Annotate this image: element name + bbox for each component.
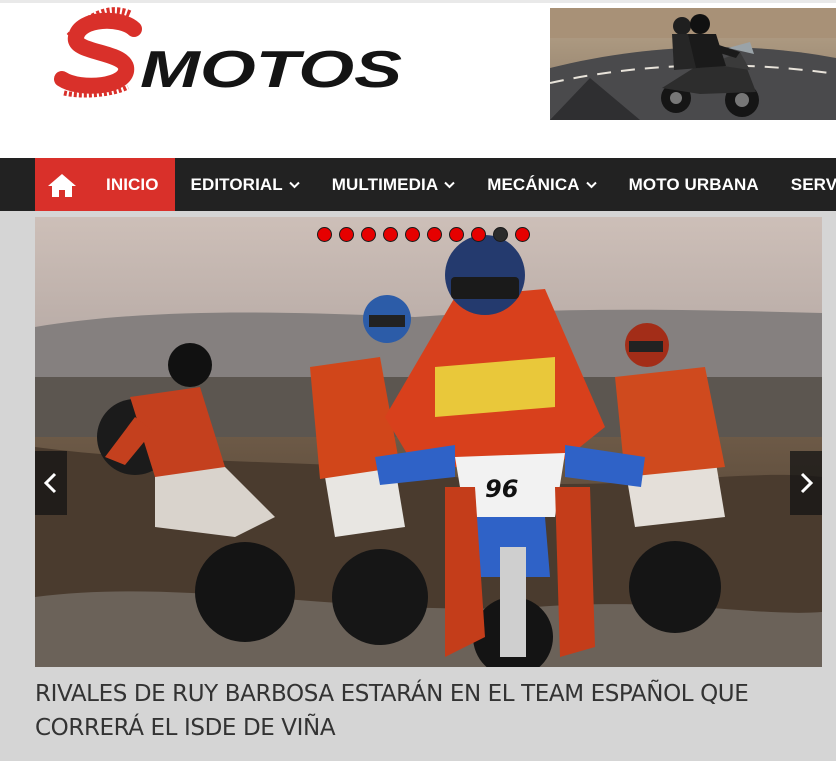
slider-next-button[interactable] — [790, 451, 822, 515]
nav-home-button[interactable] — [35, 158, 89, 211]
chevron-left-icon — [43, 472, 57, 494]
slider-dot[interactable] — [449, 227, 464, 242]
slider-dot[interactable] — [471, 227, 486, 242]
nav-item-label: MECÁNICA — [487, 174, 580, 194]
chevron-right-icon — [800, 472, 814, 494]
nav-item-label: SERVI — [790, 174, 836, 194]
ad-image — [550, 8, 836, 120]
chevron-down-icon — [585, 181, 597, 188]
nav-item-label: EDITORIAL — [190, 174, 283, 194]
nav-item-label: INICIO — [106, 174, 159, 194]
nav-item-editorial[interactable]: EDITORIAL — [175, 158, 316, 211]
logo-graphic: MOTOS — [54, 7, 402, 99]
featured-slider[interactable]: 96 — [35, 217, 822, 667]
slider-pagination — [35, 227, 822, 242]
logo-wordmark: MOTOS — [140, 41, 402, 99]
chevron-down-icon — [444, 181, 455, 188]
nav-item-inicio[interactable]: INICIO — [89, 158, 175, 211]
slider-dot[interactable] — [427, 227, 442, 242]
site-logo[interactable]: MOTOS — [52, 7, 412, 103]
slider-dot[interactable] — [317, 227, 332, 242]
nav-item-moto-urbana[interactable]: MOTO URBANA — [613, 158, 775, 211]
nav-item-multimedia[interactable]: MULTIMEDIA — [316, 158, 471, 211]
slider-prev-button[interactable] — [35, 451, 67, 515]
main-navigation: INICIO EDITORIAL MULTIMEDIA MECÁNICA MOT… — [0, 158, 836, 211]
site-header: MOTOS — [0, 0, 836, 158]
slider-dot[interactable] — [361, 227, 376, 242]
svg-text:96: 96 — [485, 475, 518, 503]
slider-dot[interactable] — [405, 227, 420, 242]
slider-dot-active[interactable] — [493, 227, 508, 242]
ad-banner[interactable] — [550, 8, 836, 120]
home-icon — [48, 173, 76, 197]
slider-dot[interactable] — [383, 227, 398, 242]
slider-dot[interactable] — [515, 227, 530, 242]
nav-item-label: MOTO URBANA — [628, 174, 759, 194]
article-headline[interactable]: RIVALES DE RUY BARBOSA ESTARÁN EN EL TEA… — [35, 677, 825, 745]
nav-item-label: MULTIMEDIA — [331, 174, 439, 194]
nav-item-servicios[interactable]: SERVI — [775, 158, 836, 211]
slide-image: 96 — [35, 217, 822, 667]
nav-item-mecanica[interactable]: MECÁNICA — [471, 158, 612, 211]
chevron-down-icon — [289, 181, 300, 188]
slider-dot[interactable] — [339, 227, 354, 242]
